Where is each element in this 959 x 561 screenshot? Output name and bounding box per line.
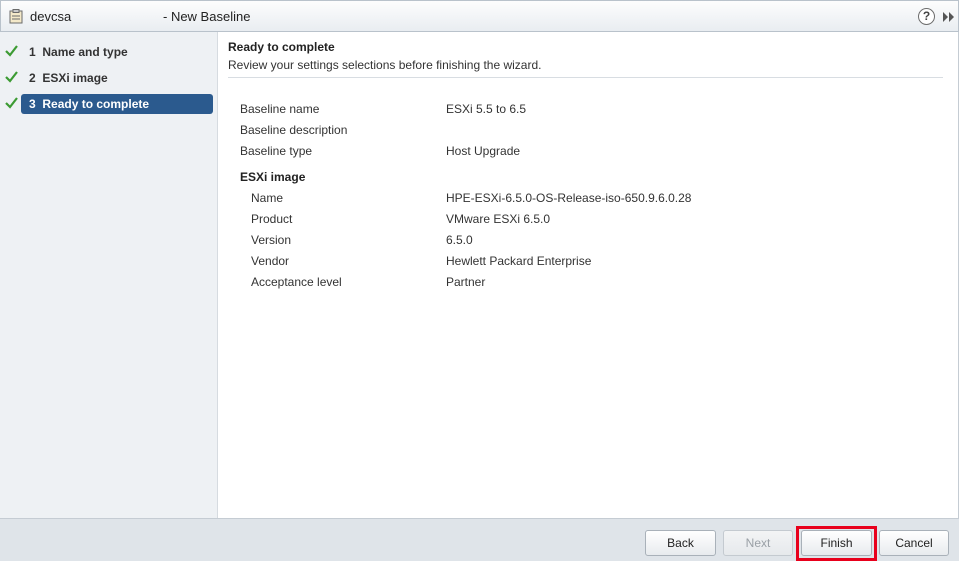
back-button[interactable]: Back [645, 530, 716, 556]
step-name-and-type[interactable]: 1 Name and type [5, 42, 213, 62]
field-value: Host Upgrade [446, 144, 521, 158]
field-label: Baseline description [240, 123, 348, 137]
field-value: Hewlett Packard Enterprise [446, 254, 592, 268]
field-label: Vendor [251, 254, 290, 268]
wizard-content: Ready to complete Review your settings s… [218, 32, 959, 518]
help-icon[interactable]: ? [918, 8, 935, 25]
baseline-icon [9, 9, 23, 24]
field-label: Acceptance level [251, 275, 342, 289]
field-value: ESXi 5.5 to 6.5 [446, 102, 527, 116]
field-label: Product [251, 212, 293, 226]
field-label: Baseline type [240, 144, 313, 158]
check-icon [5, 97, 18, 109]
section-heading-esxi-image: ESXi image [240, 170, 306, 184]
host-name: devcsa [30, 9, 72, 24]
step-label: 2 ESXi image [29, 71, 108, 85]
field-label: Baseline name [240, 102, 320, 116]
finish-highlight-box [796, 526, 877, 561]
page-title: Ready to complete [228, 40, 335, 54]
dialog-titlebar: devcsa - New Baseline ? [0, 0, 959, 32]
check-icon [5, 71, 18, 83]
divider [228, 77, 943, 78]
next-button[interactable]: Next [723, 530, 793, 556]
field-value: 6.5.0 [446, 233, 473, 247]
wizard-steps-sidebar: 1 Name and type 2 ESXi image 3 Ready to … [0, 32, 218, 518]
cancel-button[interactable]: Cancel [879, 530, 949, 556]
check-icon [5, 45, 18, 57]
field-value: HPE-ESXi-6.5.0-OS-Release-iso-650.9.6.0.… [446, 191, 692, 205]
step-ready-to-complete[interactable]: 3 Ready to complete [5, 94, 213, 114]
field-label: Name [251, 191, 284, 205]
dialog-title: - New Baseline [163, 9, 251, 24]
field-value: VMware ESXi 6.5.0 [446, 212, 551, 226]
field-value: Partner [446, 275, 486, 289]
wizard-footer: Back Next Finish Cancel [0, 518, 959, 561]
step-esxi-image[interactable]: 2 ESXi image [5, 68, 213, 88]
field-label: Version [251, 233, 292, 247]
step-label: 3 Ready to complete [29, 97, 150, 111]
step-label: 1 Name and type [29, 45, 128, 59]
expand-icon[interactable] [942, 10, 956, 24]
page-subtitle: Review your settings selections before f… [228, 58, 542, 72]
